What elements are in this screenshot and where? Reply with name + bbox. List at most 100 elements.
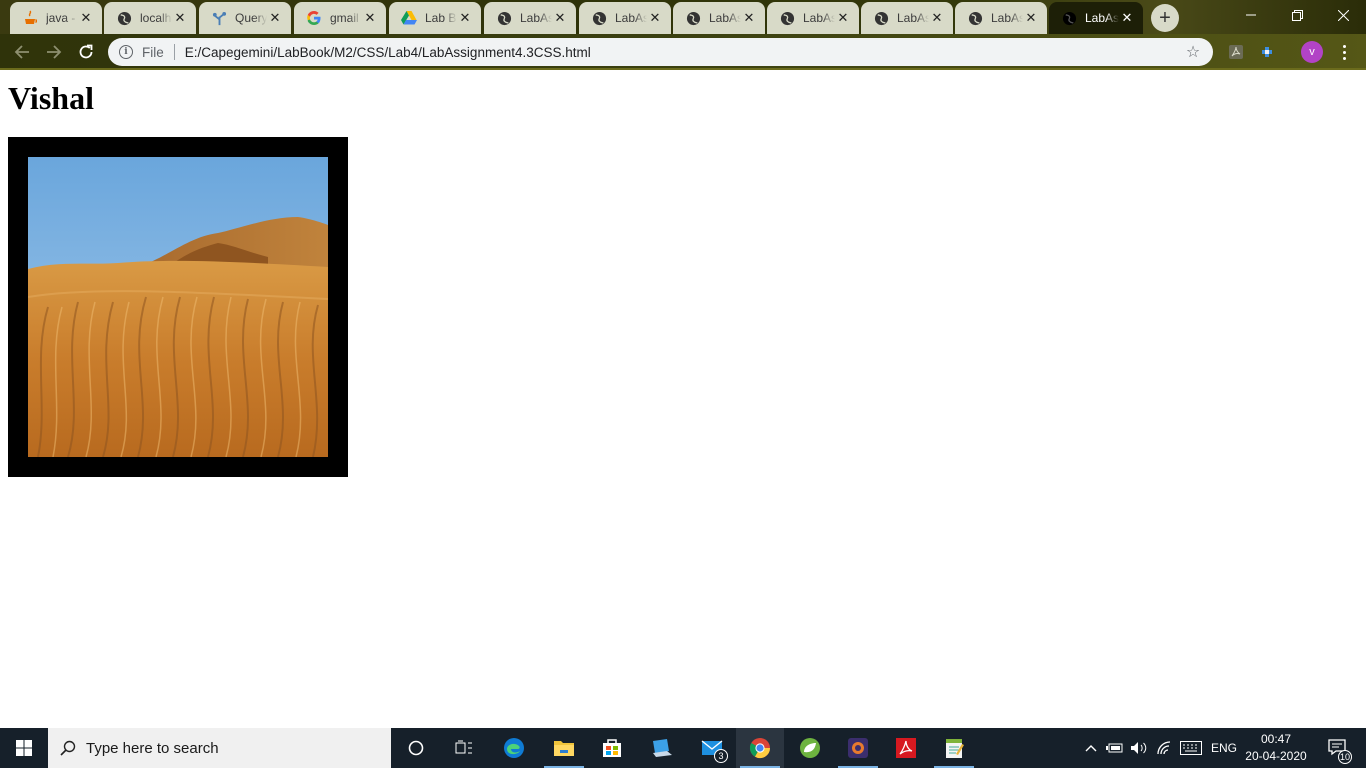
globe-icon (496, 10, 512, 26)
store-icon (603, 739, 621, 757)
start-button[interactable] (0, 728, 48, 768)
taskbar-search-input[interactable]: Type here to search (48, 728, 391, 768)
laptop-icon (653, 739, 672, 757)
page-heading: Vishal (8, 80, 94, 116)
arrow-left-icon (14, 45, 29, 59)
edge-icon (504, 738, 524, 758)
spring-tool-suite-app[interactable] (786, 728, 834, 768)
tab-labassignment[interactable]: LabAs ✕ (861, 2, 953, 34)
battery-tray-icon[interactable] (1104, 728, 1126, 768)
mail-app[interactable]: 3 (688, 728, 736, 768)
puzzle-extension-icon[interactable] (1257, 42, 1277, 62)
close-icon[interactable]: ✕ (362, 10, 378, 26)
minimize-button[interactable] (1228, 0, 1274, 30)
cortana-button[interactable] (392, 728, 440, 768)
scheme-label: File (142, 44, 164, 60)
back-button[interactable] (10, 40, 34, 64)
tab-label: Lab B (425, 11, 457, 25)
tab-labassignment[interactable]: LabAs ✕ (767, 2, 859, 34)
windows-logo-icon (16, 740, 32, 756)
close-icon[interactable]: ✕ (78, 10, 94, 26)
tab-label: LabAs (520, 11, 552, 25)
task-view-button[interactable] (440, 728, 488, 768)
wifi-tray-icon[interactable] (1153, 728, 1175, 768)
reload-button[interactable] (74, 40, 98, 64)
close-window-button[interactable] (1320, 0, 1366, 30)
action-center-button[interactable]: 10 (1318, 728, 1358, 768)
globe-icon (116, 10, 132, 26)
tab-labassignment[interactable]: LabAs ✕ (673, 2, 765, 34)
tab-label: LabAs (897, 11, 929, 25)
close-icon[interactable]: ✕ (172, 10, 188, 26)
tab-label: gmail (330, 11, 359, 25)
input-language[interactable]: ENG (1208, 728, 1240, 768)
tab-label: java - (46, 11, 76, 25)
acrobat-app[interactable] (882, 728, 930, 768)
tab-label: LabAs (1085, 11, 1119, 25)
info-icon[interactable]: i (119, 45, 133, 59)
browser-toolbar: i File E:/Capegemini/LabBook/M2/CSS/Lab4… (0, 34, 1366, 70)
keyboard-tray-icon[interactable] (1178, 728, 1204, 768)
tab-label: LabAs (709, 11, 741, 25)
xampp-app[interactable] (834, 728, 882, 768)
show-hidden-icons-button[interactable] (1082, 728, 1100, 768)
clock-time: 00:47 (1260, 732, 1292, 746)
tab-labassignment-active[interactable]: LabAs ✕ (1049, 2, 1143, 34)
tab-lab-book[interactable]: Lab B ✕ (389, 2, 481, 34)
kebab-menu-icon[interactable] (1334, 42, 1354, 62)
drive-icon (401, 10, 417, 26)
wifi-icon (1157, 741, 1171, 755)
close-icon[interactable]: ✕ (1119, 10, 1135, 26)
tab-localhost[interactable]: localh ✕ (104, 2, 196, 34)
close-icon[interactable]: ✕ (835, 10, 851, 26)
tab-gmail[interactable]: gmail ✕ (294, 2, 386, 34)
tab-label: LabAs (615, 11, 647, 25)
tab-label: Query (235, 11, 267, 25)
globe-icon (967, 10, 983, 26)
tab-labassignment[interactable]: LabAs ✕ (484, 2, 576, 34)
volume-tray-icon[interactable] (1128, 728, 1150, 768)
browser-titlebar: java - ✕ localh ✕ Query ✕ gmail ✕ Lab B … (0, 0, 1366, 34)
tab-java[interactable]: java - ✕ (10, 2, 102, 34)
acrobat-icon (896, 738, 916, 758)
image-frame (8, 137, 348, 477)
close-icon[interactable]: ✕ (457, 10, 473, 26)
chrome-icon (749, 738, 771, 759)
notepad-app[interactable] (930, 728, 978, 768)
chevron-up-icon (1085, 745, 1097, 752)
tab-labassignment[interactable]: LabAs ✕ (579, 2, 671, 34)
profile-avatar[interactable]: v (1301, 41, 1323, 63)
tab-labassignment[interactable]: LabAs ✕ (955, 2, 1047, 34)
system-clock[interactable]: 00:47 20-04-2020 (1240, 731, 1312, 765)
file-explorer-app[interactable] (540, 728, 588, 768)
restore-button[interactable] (1274, 0, 1320, 30)
chrome-app[interactable] (736, 728, 784, 768)
pdf-extension-icon[interactable] (1226, 42, 1246, 62)
globe-icon (1061, 10, 1077, 26)
google-icon (306, 10, 322, 26)
windows-taskbar: Type here to search 3 ENG 00:47 20-04-20… (0, 728, 1366, 768)
tab-query[interactable]: Query ✕ (199, 2, 291, 34)
store-app[interactable] (588, 728, 636, 768)
close-icon[interactable]: ✕ (929, 10, 945, 26)
close-icon[interactable]: ✕ (552, 10, 568, 26)
url-text[interactable]: E:/Capegemini/LabBook/M2/CSS/Lab4/LabAss… (185, 45, 1183, 60)
battery-icon (1106, 743, 1123, 753)
close-icon[interactable]: ✕ (1023, 10, 1039, 26)
folder-icon (554, 741, 574, 756)
tab-label: LabAs (803, 11, 835, 25)
star-icon[interactable]: ☆ (1183, 42, 1203, 62)
close-icon[interactable]: ✕ (741, 10, 757, 26)
address-bar[interactable]: i File E:/Capegemini/LabBook/M2/CSS/Lab4… (108, 38, 1213, 66)
mail-badge: 3 (714, 749, 728, 763)
edge-app[interactable] (490, 728, 538, 768)
page-viewport: Vishal (0, 70, 1366, 728)
java-icon (22, 10, 38, 26)
close-icon[interactable]: ✕ (267, 10, 283, 26)
close-icon[interactable]: ✕ (647, 10, 663, 26)
forward-button[interactable] (42, 40, 66, 64)
xampp-icon (848, 738, 868, 758)
tab-label: LabAs (991, 11, 1023, 25)
teams-app[interactable] (638, 728, 686, 768)
new-tab-button[interactable]: + (1151, 4, 1179, 32)
